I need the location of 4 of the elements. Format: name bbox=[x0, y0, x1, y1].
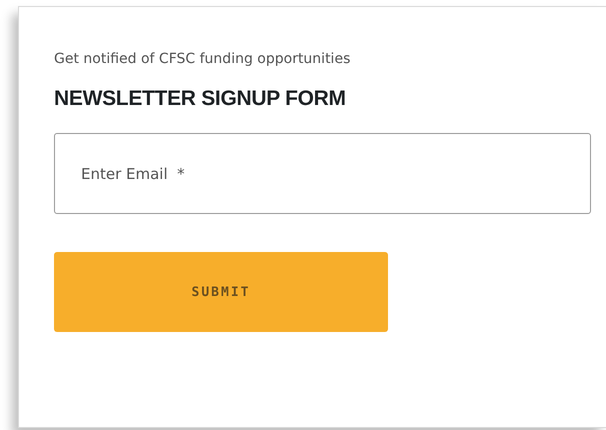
email-field[interactable]: Enter Email * bbox=[54, 133, 591, 214]
intro-text: Get notified of CFSC funding opportunities bbox=[54, 51, 352, 67]
submit-button[interactable]: SUBMIT bbox=[54, 252, 388, 332]
form-title: NEWSLETTER SIGNUP FORM bbox=[54, 87, 347, 111]
